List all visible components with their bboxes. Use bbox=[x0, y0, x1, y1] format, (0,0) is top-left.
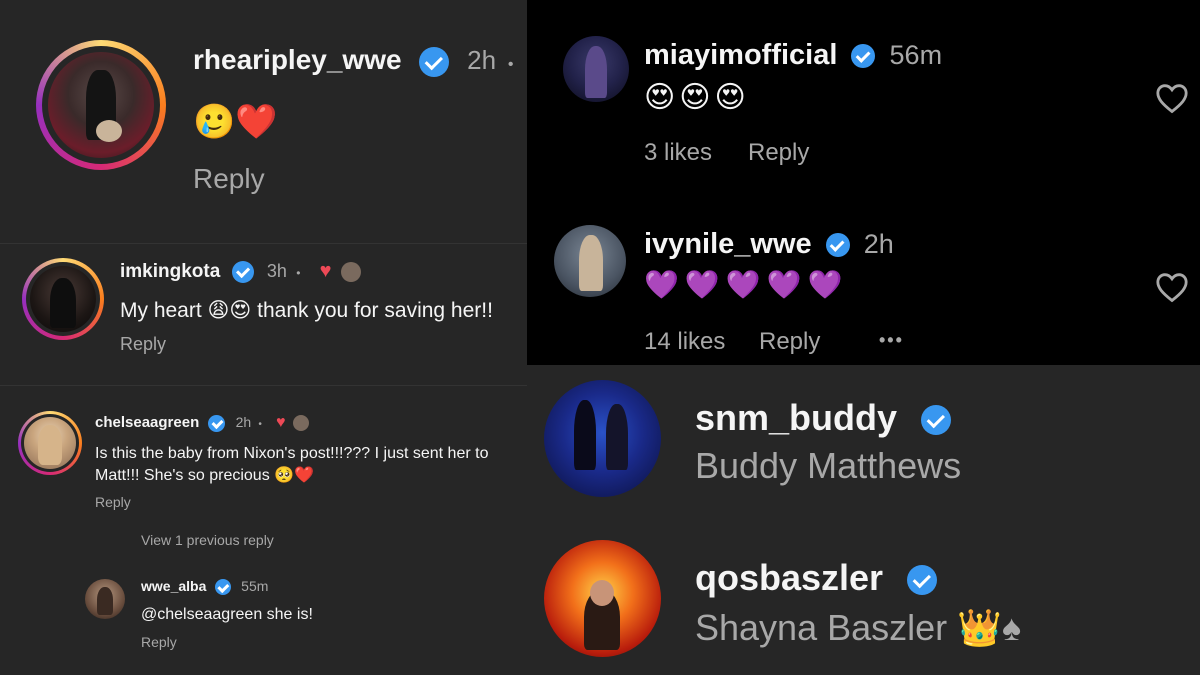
timestamp: 2h bbox=[235, 414, 252, 430]
likes-count[interactable]: 3 likes bbox=[644, 139, 712, 167]
verified-badge-icon bbox=[907, 565, 938, 596]
username[interactable]: rhearipley_wwe bbox=[193, 44, 402, 75]
creator-mini-avatar bbox=[292, 415, 309, 432]
timestamp: 2h bbox=[863, 229, 894, 259]
username[interactable]: qosbaszler bbox=[695, 557, 883, 598]
creator-liked-heart-icon: ♥ bbox=[276, 414, 286, 431]
kota-reply-panel: imkingkota 3h • ♥ My heart 😩😍 thank you … bbox=[0, 243, 527, 385]
avatar-face bbox=[590, 580, 614, 606]
comment-emojis: 😍😍😍 bbox=[644, 81, 750, 114]
avatar-dog bbox=[96, 120, 122, 142]
verified-badge-icon bbox=[419, 46, 450, 77]
separator-dot: • bbox=[507, 56, 514, 73]
like-heart-icon[interactable] bbox=[1155, 271, 1189, 303]
username[interactable]: chelseaagreen bbox=[95, 414, 199, 431]
creator-mini-avatar bbox=[340, 261, 361, 282]
username[interactable]: wwe_alba bbox=[141, 578, 206, 594]
chelsea-reply-panel: chelseaagreen 2h • ♥ Is this the baby fr… bbox=[0, 385, 527, 675]
avatar-figure bbox=[50, 278, 76, 328]
avatar[interactable] bbox=[544, 380, 661, 497]
creator-liked-heart-icon: ♥ bbox=[319, 260, 332, 282]
reply-button[interactable]: Reply bbox=[759, 328, 820, 356]
avatar-figure bbox=[97, 587, 113, 615]
verified-badge-icon bbox=[231, 260, 254, 283]
full-name: Buddy Matthews bbox=[695, 445, 962, 486]
reply-text-line2: Matt!!! She's so precious 🥺❤️ bbox=[95, 467, 314, 484]
reply-text: My heart 😩😍 thank you for saving her!! bbox=[120, 299, 493, 322]
reply-text: @chelseaagreen she is! bbox=[141, 606, 313, 623]
avatar[interactable] bbox=[24, 417, 76, 469]
reply-button[interactable]: Reply bbox=[120, 334, 166, 355]
like-heart-icon[interactable] bbox=[1155, 82, 1189, 114]
profiles-panel: snm_buddy Buddy Matthews qosbaszler Shay… bbox=[527, 365, 1200, 675]
avatar[interactable] bbox=[85, 579, 125, 619]
avatar[interactable] bbox=[48, 52, 154, 158]
username[interactable]: imkingkota bbox=[120, 261, 220, 282]
username[interactable]: ivynile_wwe bbox=[644, 228, 812, 260]
timestamp: 55m bbox=[241, 578, 269, 594]
avatar[interactable] bbox=[30, 266, 96, 332]
reply-button[interactable]: Reply bbox=[95, 494, 131, 510]
view-previous-replies-button[interactable]: View 1 previous reply bbox=[141, 532, 274, 548]
username[interactable]: snm_buddy bbox=[695, 397, 897, 438]
avatar-figure bbox=[579, 235, 603, 291]
more-options-icon[interactable]: ••• bbox=[879, 330, 904, 351]
avatar[interactable] bbox=[554, 225, 626, 297]
comment-emojis: 💜💜💜💜💜 bbox=[644, 269, 849, 300]
avatar-figure bbox=[574, 400, 596, 470]
likes-count[interactable]: 14 likes bbox=[644, 328, 725, 356]
reply-button[interactable]: Reply bbox=[193, 163, 265, 195]
verified-badge-icon bbox=[208, 414, 226, 432]
avatar-figure bbox=[585, 46, 607, 98]
username[interactable]: miayimofficial bbox=[644, 39, 837, 71]
separator-dot: • bbox=[258, 419, 262, 430]
rhea-comment-panel: rhearipley_wwe 2h • 🥲❤️ Reply bbox=[0, 0, 527, 243]
timestamp: 3h bbox=[266, 261, 287, 281]
comment-emojis: 🥲❤️ bbox=[193, 103, 278, 141]
avatar[interactable] bbox=[544, 540, 661, 657]
verified-badge-icon bbox=[825, 233, 850, 258]
avatar-figure-2 bbox=[606, 404, 628, 470]
reply-button[interactable]: Reply bbox=[141, 634, 177, 650]
black-comments-panel: miayimofficial 56m 😍😍😍 3 likes Reply ivy… bbox=[527, 0, 1200, 365]
verified-badge-icon bbox=[921, 405, 952, 436]
reply-text-line1: Is this the baby from Nixon's post!!!???… bbox=[95, 445, 489, 462]
avatar[interactable] bbox=[563, 36, 629, 102]
reply-button[interactable]: Reply bbox=[748, 139, 809, 167]
timestamp: 2h bbox=[467, 45, 497, 75]
timestamp: 56m bbox=[889, 40, 943, 70]
verified-badge-icon bbox=[851, 44, 876, 69]
verified-badge-icon bbox=[215, 579, 232, 596]
separator-dot: • bbox=[296, 266, 301, 280]
full-name: Shayna Baszler 👑♠ bbox=[695, 607, 1022, 648]
avatar-figure bbox=[38, 425, 62, 465]
